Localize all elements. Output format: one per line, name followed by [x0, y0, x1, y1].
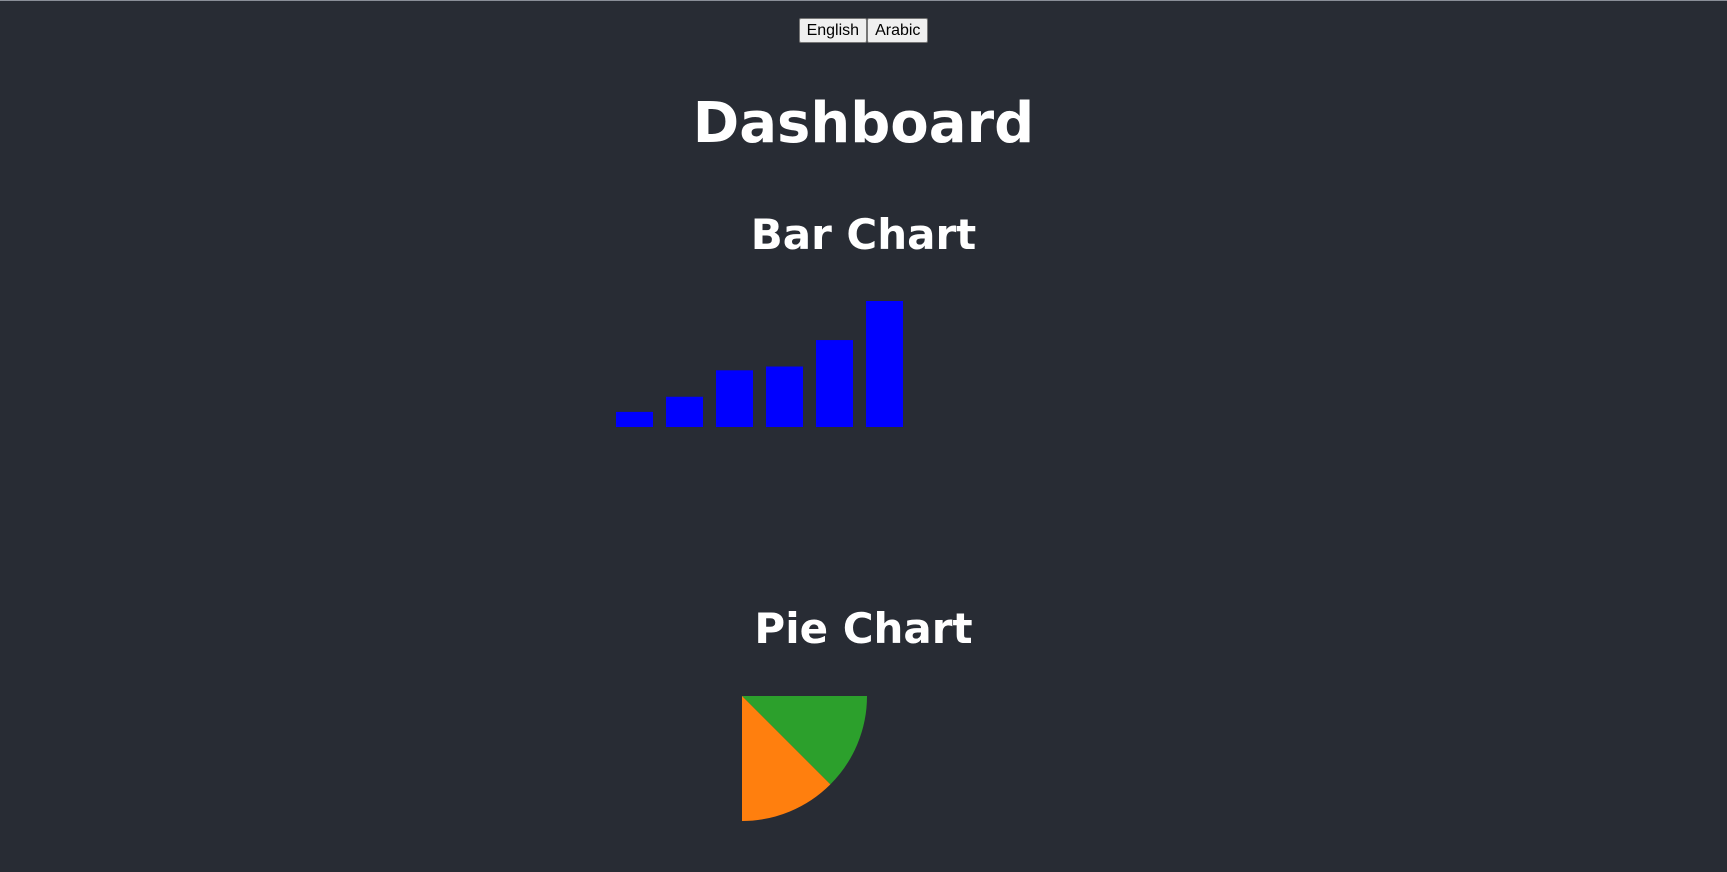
- bar-chart-title: Bar Chart: [750, 210, 977, 259]
- arabic-button[interactable]: Arabic: [867, 18, 929, 43]
- bar-3: [716, 370, 753, 427]
- pie-chart: [742, 696, 867, 821]
- bar-4: [766, 366, 803, 427]
- english-button[interactable]: English: [798, 18, 868, 43]
- page-title: Dashboard: [692, 91, 1035, 156]
- language-switcher: English Arabic: [0, 18, 1727, 43]
- bar-6: [866, 301, 903, 427]
- bar-1: [616, 411, 653, 427]
- bar-2: [666, 396, 703, 427]
- top-border: [0, 0, 1727, 1]
- bar-5: [816, 340, 853, 427]
- pie-chart-title: Pie Chart: [754, 604, 973, 653]
- bar-chart: [616, 301, 903, 427]
